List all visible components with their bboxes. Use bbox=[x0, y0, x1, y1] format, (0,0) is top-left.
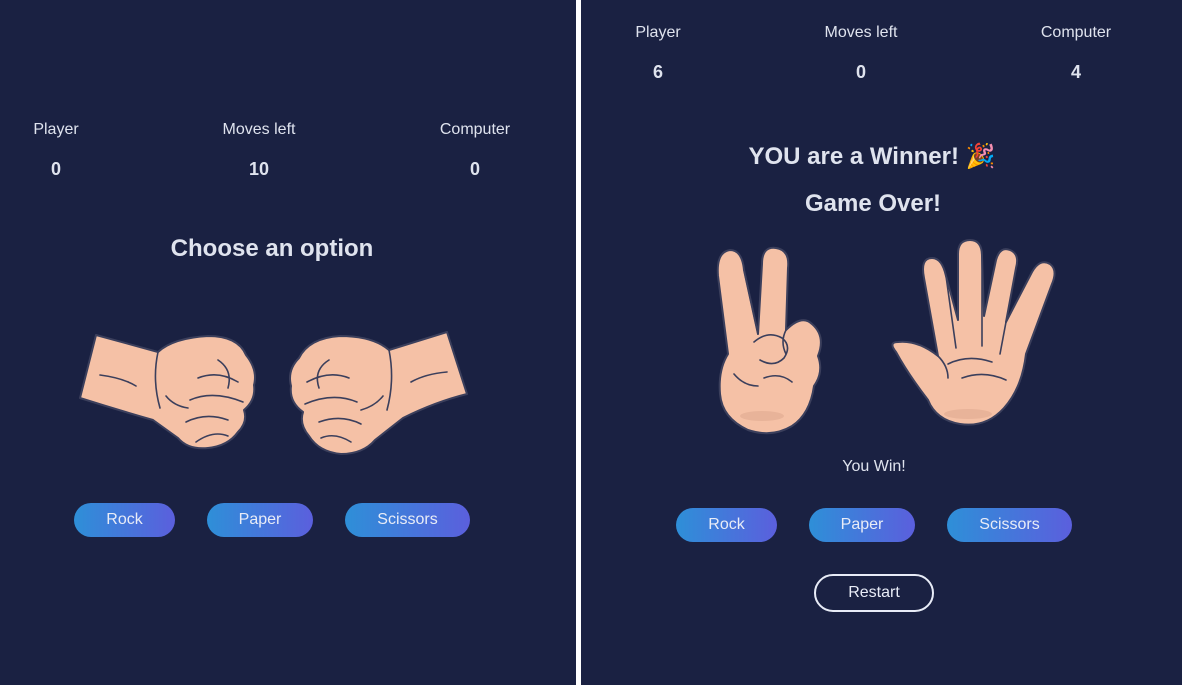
rock-button[interactable]: Rock bbox=[74, 503, 175, 537]
winner-message: YOU are a Winner! 🎉 bbox=[748, 143, 996, 170]
player-score-value: 0 bbox=[50, 159, 62, 179]
scissors-button[interactable]: Scissors bbox=[947, 508, 1072, 542]
computer-rock-hand-icon bbox=[289, 331, 468, 455]
round-result-text: You Win! bbox=[842, 458, 906, 475]
moves-left-value: 0 bbox=[855, 62, 867, 82]
paper-button[interactable]: Paper bbox=[207, 503, 313, 537]
computer-score-value: 4 bbox=[1070, 62, 1082, 82]
rock-button[interactable]: Rock bbox=[676, 508, 777, 542]
player-scissors-hand-icon bbox=[716, 246, 822, 435]
player-score-label: Player bbox=[33, 121, 79, 138]
choose-option-heading: Choose an option bbox=[170, 235, 374, 262]
computer-score-label: Computer bbox=[1040, 24, 1112, 41]
game-panel-over: Player 6 Moves left 0 Computer 4 YOU are… bbox=[581, 0, 1182, 685]
computer-score-value: 0 bbox=[469, 159, 481, 179]
moves-left-label: Moves left bbox=[222, 121, 296, 138]
moves-left-value: 10 bbox=[248, 159, 270, 179]
computer-paper-hand-icon bbox=[891, 239, 1056, 426]
moves-left-label: Moves left bbox=[824, 24, 898, 41]
paper-button[interactable]: Paper bbox=[809, 508, 915, 542]
game-panel-start: Player 0 Moves left 10 Computer 0 Choose… bbox=[0, 0, 576, 685]
player-rock-hand-icon bbox=[79, 334, 256, 450]
player-score-value: 6 bbox=[652, 62, 664, 82]
scissors-button[interactable]: Scissors bbox=[345, 503, 470, 537]
computer-score-label: Computer bbox=[439, 121, 511, 138]
player-score-label: Player bbox=[635, 24, 681, 41]
game-over-heading: Game Over! bbox=[804, 190, 942, 217]
restart-button[interactable]: Restart bbox=[814, 574, 934, 612]
